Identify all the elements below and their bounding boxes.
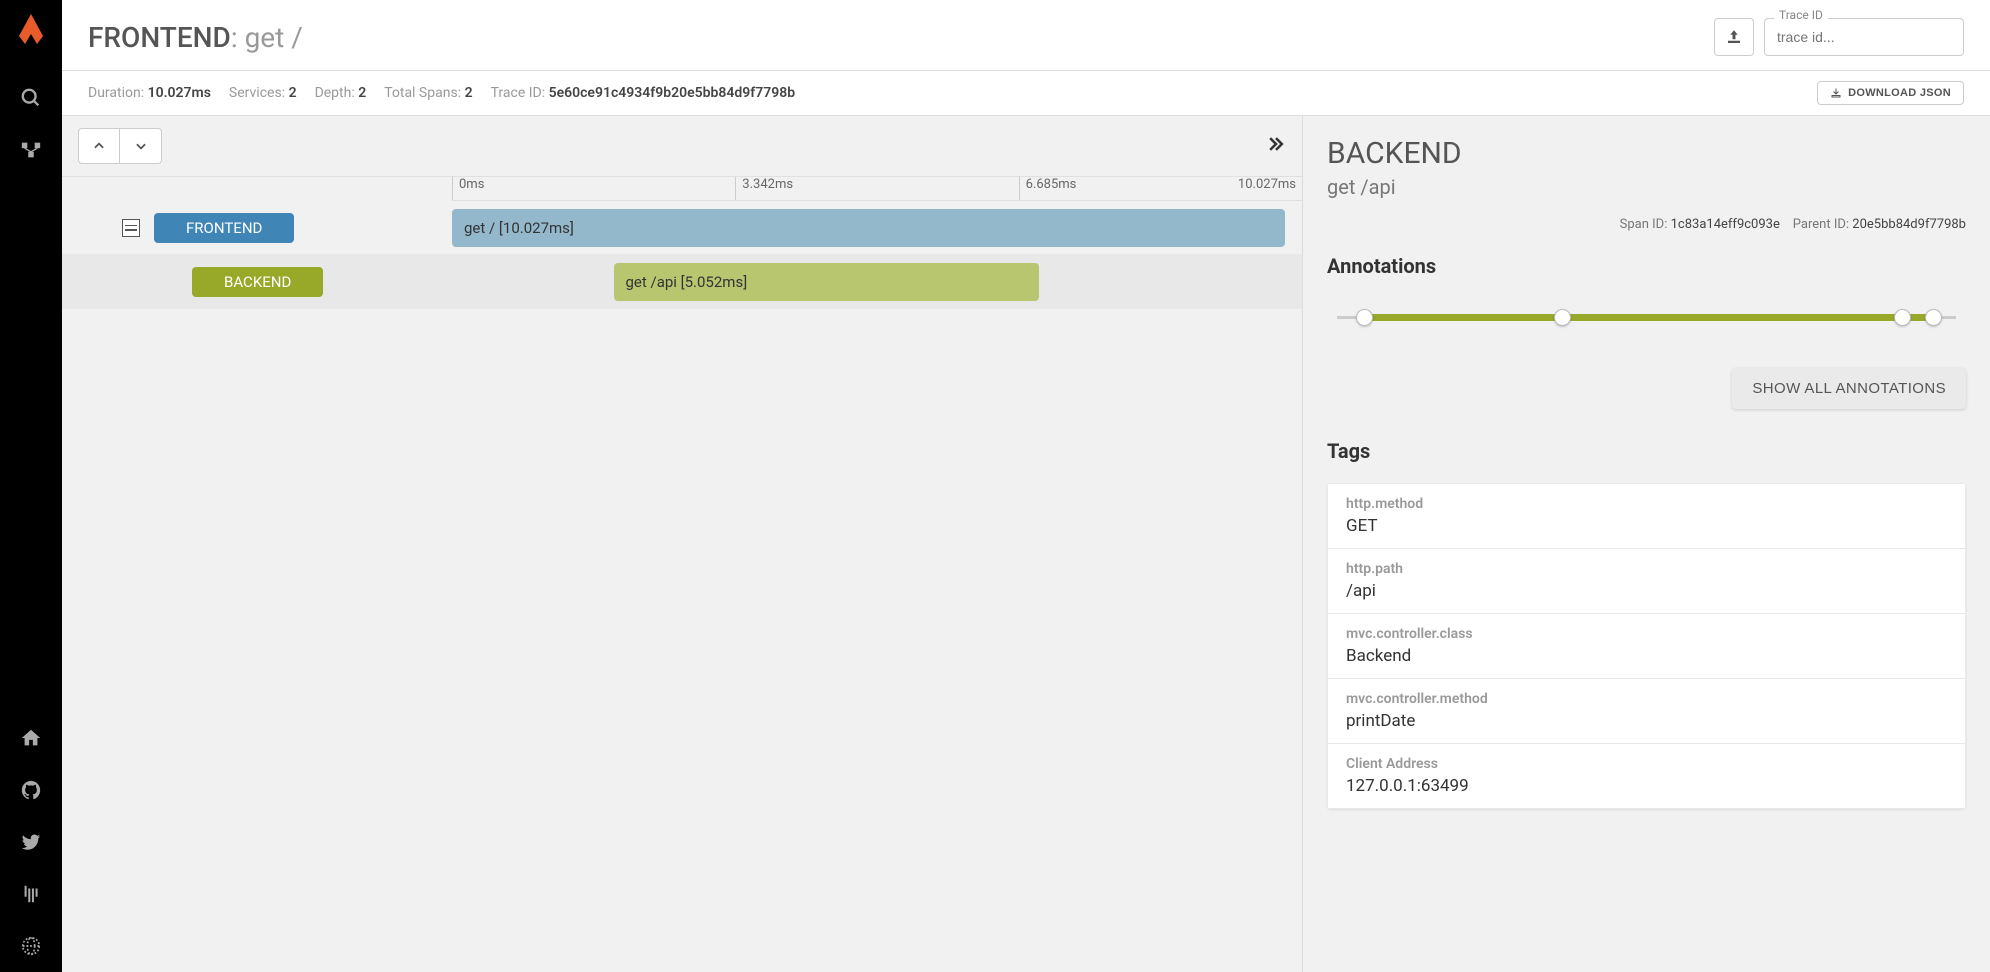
- span-row[interactable]: FRONTEND get / [10.027ms]: [62, 201, 1302, 255]
- tags-list: http.method GET http.path /api mvc.contr…: [1327, 483, 1966, 809]
- dependencies-icon[interactable]: [0, 124, 62, 176]
- gitter-icon[interactable]: [0, 868, 62, 920]
- span-row[interactable]: BACKEND get /api [5.052ms]: [62, 255, 1302, 309]
- ruler-tick: 10.027ms: [1238, 177, 1302, 200]
- tag-value: GET: [1346, 516, 1947, 536]
- service-badge: BACKEND: [192, 267, 323, 297]
- services-label: Services:: [229, 85, 285, 101]
- page-title: FRONTEND: get /: [88, 21, 303, 54]
- parent-id-label: Parent ID:: [1793, 217, 1849, 232]
- total-spans-value: 2: [465, 85, 473, 101]
- language-icon[interactable]: [0, 920, 62, 972]
- span-bar[interactable]: get / [10.027ms]: [452, 209, 1285, 247]
- tag-value: Backend: [1346, 646, 1947, 666]
- services-value: 2: [289, 85, 297, 101]
- ruler-tick: 3.342ms: [735, 177, 793, 200]
- download-json-button[interactable]: DOWNLOAD JSON: [1817, 81, 1964, 105]
- github-icon[interactable]: [0, 764, 62, 816]
- service-badge: FRONTEND: [154, 213, 294, 243]
- timeline-panel: 0ms 3.342ms 6.685ms 10.027ms FRONTEND ge…: [62, 116, 1302, 972]
- sidebar: [0, 0, 62, 972]
- upload-button[interactable]: [1714, 18, 1754, 56]
- collapse-panel-icon[interactable]: [1266, 134, 1286, 158]
- annotations-heading: Annotations: [1327, 254, 1966, 278]
- tag-key: Client Address: [1346, 756, 1947, 772]
- expand-down-button[interactable]: [120, 128, 162, 164]
- ruler-tick: 0ms: [452, 177, 484, 200]
- app-logo: [13, 12, 49, 48]
- trace-id-field-wrap: Trace ID: [1764, 18, 1964, 56]
- collapse-icon[interactable]: [122, 219, 140, 237]
- tag-key: mvc.controller.method: [1346, 691, 1947, 707]
- annotations-timeline[interactable]: [1337, 308, 1956, 328]
- span-detail-panel: BACKEND get /api Span ID: 1c83a14eff9c09…: [1302, 116, 1990, 972]
- detail-service-name: BACKEND: [1327, 136, 1966, 171]
- depth-label: Depth:: [315, 85, 355, 101]
- trace-id-input[interactable]: [1764, 18, 1964, 56]
- tag-value: /api: [1346, 581, 1947, 601]
- detail-operation: get /api: [1327, 175, 1966, 199]
- span-bar[interactable]: get /api [5.052ms]: [614, 263, 1039, 301]
- span-id-value: 1c83a14eff9c093e: [1671, 217, 1780, 232]
- annotation-dot[interactable]: [1925, 309, 1942, 326]
- trace-id-stat-label: Trace ID:: [491, 85, 546, 101]
- tag-item: http.method GET: [1327, 483, 1966, 549]
- tag-item: mvc.controller.class Backend: [1327, 614, 1966, 679]
- stats-bar: Duration: 10.027ms Services: 2 Depth: 2 …: [62, 71, 1990, 116]
- tag-item: http.path /api: [1327, 549, 1966, 614]
- span-id-label: Span ID:: [1620, 217, 1668, 232]
- depth-value: 2: [358, 85, 366, 101]
- search-icon[interactable]: [0, 72, 62, 124]
- duration-label: Duration:: [88, 85, 144, 101]
- tag-value: printDate: [1346, 711, 1947, 731]
- annotation-dot[interactable]: [1356, 309, 1373, 326]
- home-icon[interactable]: [0, 712, 62, 764]
- total-spans-label: Total Spans:: [384, 85, 461, 101]
- trace-id-stat-value: 5e60ce91c4934f9b20e5bb84d9f7798b: [549, 85, 796, 101]
- tag-key: http.path: [1346, 561, 1947, 577]
- duration-value: 10.027ms: [148, 85, 211, 101]
- twitter-icon[interactable]: [0, 816, 62, 868]
- tag-key: http.method: [1346, 496, 1947, 512]
- trace-id-label: Trace ID: [1774, 8, 1828, 22]
- title-service: FRONTEND: [88, 21, 231, 54]
- tag-key: mvc.controller.class: [1346, 626, 1947, 642]
- ruler-tick: 6.685ms: [1019, 177, 1077, 200]
- annotation-dot[interactable]: [1894, 309, 1911, 326]
- title-operation: get /: [245, 21, 303, 54]
- expand-up-button[interactable]: [78, 128, 120, 164]
- time-ruler: 0ms 3.342ms 6.685ms 10.027ms: [452, 177, 1302, 201]
- parent-id-value: 20e5bb84d9f7798b: [1852, 217, 1966, 232]
- tags-heading: Tags: [1327, 439, 1966, 463]
- tag-value: 127.0.0.1:63499: [1346, 776, 1947, 796]
- annotation-dot[interactable]: [1554, 309, 1571, 326]
- header: FRONTEND: get / Trace ID: [62, 0, 1990, 71]
- tag-item: mvc.controller.method printDate: [1327, 679, 1966, 744]
- show-all-annotations-button[interactable]: SHOW ALL ANNOTATIONS: [1732, 368, 1966, 409]
- main-content: FRONTEND: get / Trace ID Duration: 10.02…: [62, 0, 1990, 972]
- tag-item: Client Address 127.0.0.1:63499: [1327, 744, 1966, 809]
